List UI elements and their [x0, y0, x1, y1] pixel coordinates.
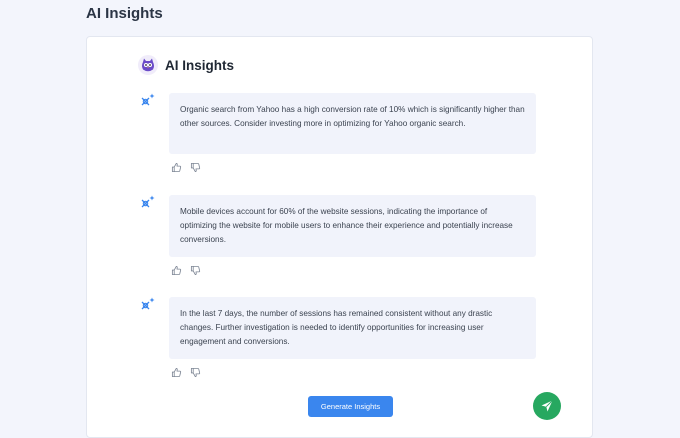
thumbs-up-icon[interactable]	[171, 162, 182, 173]
ai-sparkle-icon	[141, 195, 155, 208]
page-title: AI Insights	[86, 5, 163, 22]
thumbs-down-icon[interactable]	[190, 162, 201, 173]
insight-text: Organic search from Yahoo has a high con…	[169, 93, 536, 154]
thumbs-up-icon[interactable]	[171, 367, 182, 378]
feedback-controls	[171, 162, 201, 173]
insight-text: Mobile devices account for 60% of the we…	[169, 195, 536, 257]
thumbs-down-icon[interactable]	[190, 265, 201, 276]
ai-sparkle-icon	[141, 297, 155, 310]
thumbs-up-icon[interactable]	[171, 265, 182, 276]
send-icon	[541, 400, 553, 412]
send-button[interactable]	[533, 392, 561, 420]
thumbs-down-icon[interactable]	[190, 367, 201, 378]
insight-text: In the last 7 days, the number of sessio…	[169, 297, 536, 359]
card-title: AI Insights	[165, 57, 235, 73]
generate-insights-button[interactable]: Generate Insights	[308, 396, 393, 417]
insights-card: AI Insights Organic search from Yahoo ha…	[86, 36, 593, 438]
card-header: AI Insights	[138, 55, 234, 75]
feedback-controls	[171, 367, 201, 378]
owl-logo-icon	[138, 55, 158, 75]
ai-sparkle-icon	[141, 93, 155, 106]
feedback-controls	[171, 265, 201, 276]
